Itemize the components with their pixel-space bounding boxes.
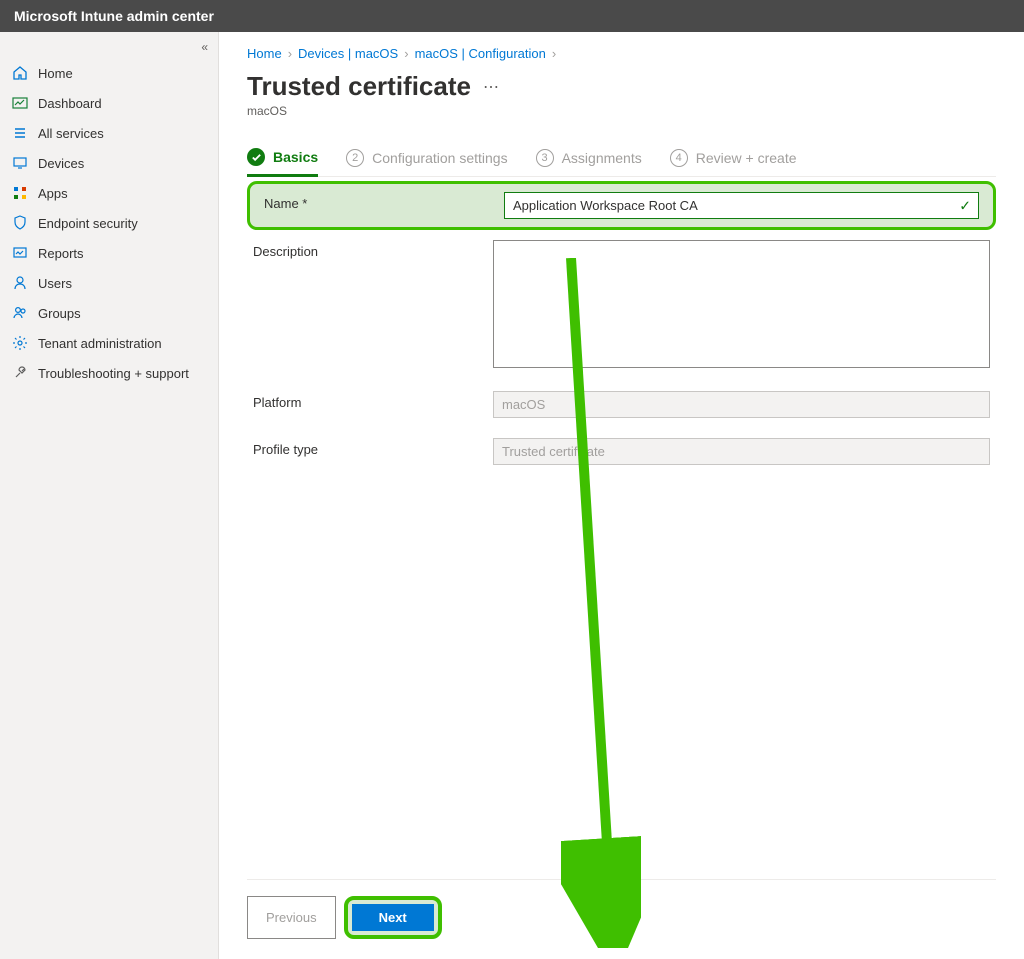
shield-icon <box>12 215 28 231</box>
chevron-right-icon: › <box>552 46 556 61</box>
sidebar-item-label: Tenant administration <box>38 336 162 351</box>
sidebar-item-label: Apps <box>38 186 68 201</box>
sidebar-item-reports[interactable]: Reports <box>0 238 218 268</box>
sidebar-item-all-services[interactable]: All services <box>0 118 218 148</box>
list-icon <box>12 125 28 141</box>
report-icon <box>12 245 28 261</box>
sidebar-item-label: Groups <box>38 306 81 321</box>
platform-field-row: Platform <box>247 381 996 428</box>
sidebar-item-dashboard[interactable]: Dashboard <box>0 88 218 118</box>
sidebar-item-label: Users <box>38 276 72 291</box>
more-actions-button[interactable]: ⋯ <box>483 77 499 97</box>
description-textarea[interactable] <box>493 240 990 368</box>
chevron-right-icon: › <box>404 46 408 61</box>
chevron-right-icon: › <box>288 46 292 61</box>
app-title-bar: Microsoft Intune admin center <box>0 0 1024 32</box>
wizard-step-label: Assignments <box>562 150 642 166</box>
sidebar-item-label: Reports <box>38 246 84 261</box>
sidebar-item-groups[interactable]: Groups <box>0 298 218 328</box>
wizard-step-assignments[interactable]: 3 Assignments <box>536 142 642 176</box>
app-title: Microsoft Intune admin center <box>14 8 214 24</box>
breadcrumb: Home › Devices | macOS › macOS | Configu… <box>247 46 996 61</box>
description-field-row: Description <box>247 230 996 381</box>
sidebar-item-home[interactable]: Home <box>0 58 218 88</box>
sidebar-item-label: All services <box>38 126 104 141</box>
sidebar-item-label: Endpoint security <box>38 216 138 231</box>
breadcrumb-link[interactable]: macOS | Configuration <box>415 46 546 61</box>
sidebar-item-apps[interactable]: Apps <box>0 178 218 208</box>
page-title: Trusted certificate <box>247 71 471 102</box>
check-icon <box>247 148 265 166</box>
page-subtitle: macOS <box>247 104 996 118</box>
next-button[interactable]: Next <box>352 904 434 931</box>
platform-input <box>493 391 990 418</box>
sidebar-item-label: Devices <box>38 156 84 171</box>
profiletype-input <box>493 438 990 465</box>
sidebar-item-devices[interactable]: Devices <box>0 148 218 178</box>
sidebar-item-label: Home <box>38 66 73 81</box>
grid-icon <box>12 185 28 201</box>
home-icon <box>12 65 28 81</box>
wrench-icon <box>12 365 28 381</box>
step-number: 4 <box>670 149 688 167</box>
wizard-step-review[interactable]: 4 Review + create <box>670 142 797 176</box>
wizard-footer: Previous Next <box>247 879 996 959</box>
user-icon <box>12 275 28 291</box>
dashboard-icon <box>12 95 28 111</box>
breadcrumb-link[interactable]: Home <box>247 46 282 61</box>
name-input[interactable] <box>504 192 979 219</box>
main-content: Home › Devices | macOS › macOS | Configu… <box>219 32 1024 959</box>
gear-icon <box>12 335 28 351</box>
breadcrumb-link[interactable]: Devices | macOS <box>298 46 398 61</box>
sidebar-item-label: Troubleshooting + support <box>38 366 189 381</box>
wizard-step-configuration[interactable]: 2 Configuration settings <box>346 142 507 176</box>
description-label: Description <box>247 240 493 259</box>
profiletype-field-row: Profile type <box>247 428 996 475</box>
wizard-step-label: Basics <box>273 149 318 165</box>
sidebar-item-troubleshooting[interactable]: Troubleshooting + support <box>0 358 218 388</box>
sidebar-item-label: Dashboard <box>38 96 102 111</box>
wizard-step-label: Review + create <box>696 150 797 166</box>
name-field-row: Name * ✓ <box>247 181 996 230</box>
sidebar-item-endpoint-security[interactable]: Endpoint security <box>0 208 218 238</box>
sidebar: « Home Dashboard All services Devices Ap… <box>0 32 219 959</box>
monitor-icon <box>12 155 28 171</box>
wizard-step-basics[interactable]: Basics <box>247 142 318 177</box>
profiletype-label: Profile type <box>247 438 493 457</box>
step-number: 2 <box>346 149 364 167</box>
group-icon <box>12 305 28 321</box>
name-label: Name * <box>258 192 504 211</box>
wizard-step-label: Configuration settings <box>372 150 507 166</box>
previous-button[interactable]: Previous <box>247 896 336 939</box>
collapse-sidebar-button[interactable]: « <box>0 38 218 58</box>
platform-label: Platform <box>247 391 493 410</box>
checkmark-icon: ✓ <box>959 197 971 214</box>
next-button-highlight: Next <box>344 896 442 939</box>
sidebar-item-tenant-administration[interactable]: Tenant administration <box>0 328 218 358</box>
sidebar-item-users[interactable]: Users <box>0 268 218 298</box>
wizard-steps: Basics 2 Configuration settings 3 Assign… <box>247 142 996 177</box>
step-number: 3 <box>536 149 554 167</box>
